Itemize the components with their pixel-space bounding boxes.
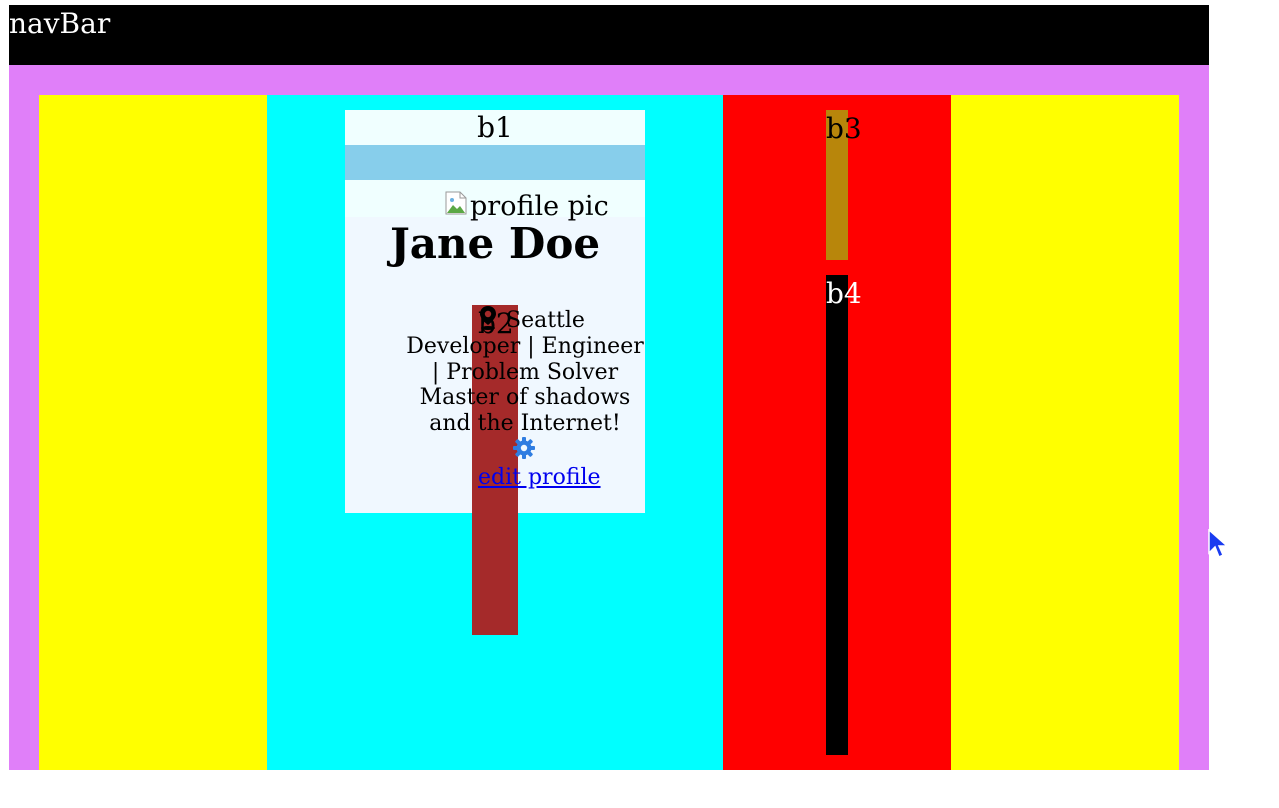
block-b3-label: b3 (826, 112, 862, 145)
profile-pic-row: profile pic (345, 180, 645, 222)
block-b1-label: b1 (477, 111, 513, 144)
mouse-pointer-icon (1208, 529, 1229, 559)
map-pin-icon (480, 306, 496, 330)
broken-image-icon (445, 191, 467, 215)
block-b1: b1 (345, 110, 645, 145)
profile-location: Seattle (506, 308, 585, 333)
left-column (39, 95, 267, 770)
profile-tagline: Developer | Engineer | Problem Solver (406, 334, 644, 385)
block-b4 (826, 275, 848, 755)
navbar-title: navBar (9, 7, 111, 40)
gear-icon[interactable] (512, 436, 536, 460)
block-b4-label: b4 (826, 277, 862, 310)
edit-profile-link[interactable]: edit profile (478, 465, 601, 491)
navbar: navBar (9, 5, 1209, 65)
profile-banner (345, 145, 645, 180)
profile-bio: Master of shadows and the Internet! (419, 385, 631, 436)
profile-name: Jane Doe (389, 219, 601, 268)
profile-picture-alt-text: profile pic (470, 191, 609, 222)
right-column (951, 95, 1179, 770)
